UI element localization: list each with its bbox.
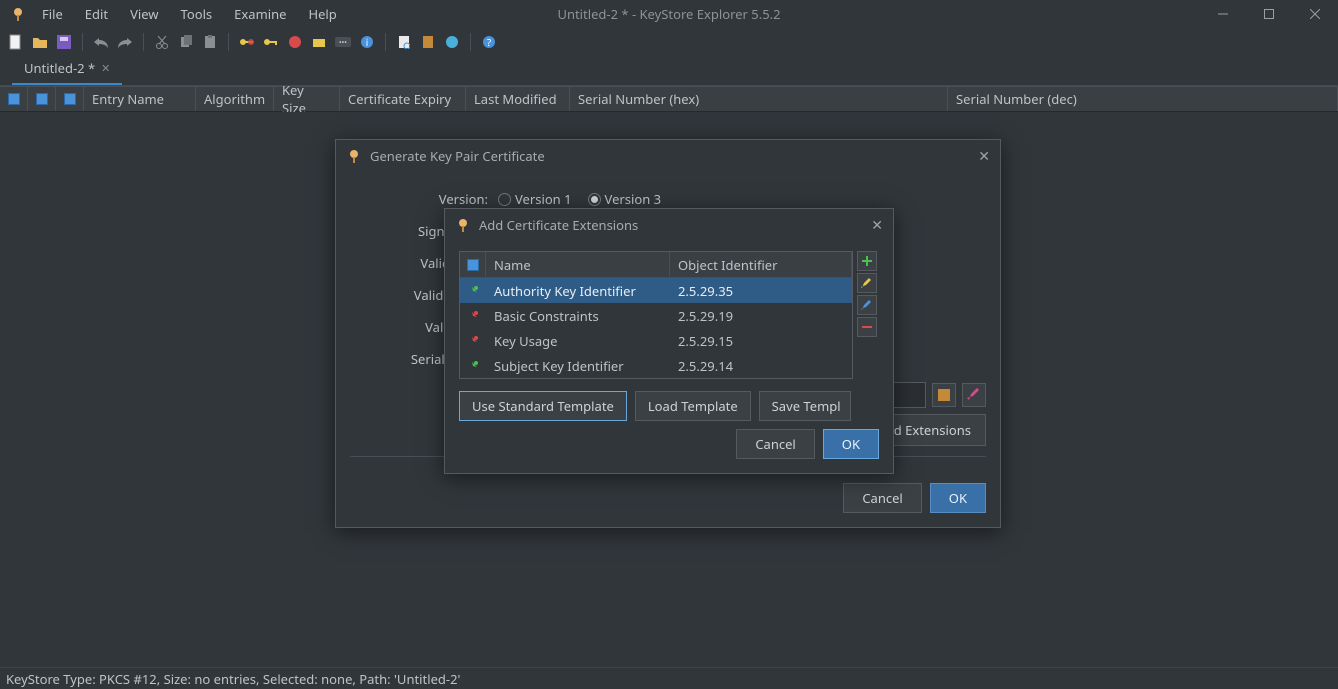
title-bar: File Edit View Tools Examine Help Untitl…	[0, 0, 1338, 28]
app-icon	[10, 6, 26, 22]
gen-cancel-button[interactable]: Cancel	[843, 483, 921, 513]
password-icon[interactable]: •••	[333, 32, 353, 52]
extension-oid: 2.5.29.35	[670, 282, 852, 300]
menu-examine[interactable]: Examine	[224, 1, 296, 27]
dialog-titlebar: Generate Key Pair Certificate ✕	[336, 140, 1000, 172]
close-tab-icon[interactable]: ✕	[101, 61, 110, 76]
menu-file[interactable]: File	[32, 1, 73, 27]
window-title: Untitled-2 * - KeyStore Explorer 5.5.2	[557, 5, 780, 23]
ext-dialog-title: Add Certificate Extensions	[479, 216, 638, 234]
save-icon[interactable]	[54, 32, 74, 52]
load-template-button[interactable]: Load Template	[635, 391, 751, 421]
column-serial-hex[interactable]: Serial Number (hex)	[570, 87, 948, 111]
extension-name: Basic Constraints	[486, 307, 670, 325]
ext-add-icon[interactable]	[857, 251, 877, 271]
open-icon[interactable]	[30, 32, 50, 52]
key-icon[interactable]	[261, 32, 281, 52]
column-entry-name[interactable]: Entry Name	[84, 87, 196, 111]
menu-edit[interactable]: Edit	[75, 1, 118, 27]
label-version3: Version 3	[605, 190, 662, 208]
ext-dialog-titlebar: Add Certificate Extensions ✕	[445, 209, 893, 241]
svg-text:i: i	[366, 35, 369, 49]
cut-icon[interactable]	[152, 32, 172, 52]
extension-row[interactable]: Key Usage2.5.29.15	[460, 328, 852, 353]
use-standard-template-button[interactable]: Use Standard Template	[459, 391, 627, 421]
svg-text:•••: •••	[339, 39, 347, 47]
keypair-icon[interactable]	[237, 32, 257, 52]
extension-row[interactable]: Authority Key Identifier2.5.29.35	[460, 278, 852, 303]
menu-help[interactable]: Help	[298, 1, 346, 27]
examine-ssl-icon[interactable]	[442, 32, 462, 52]
gen-ok-button[interactable]: OK	[930, 483, 986, 513]
column-serial-dec[interactable]: Serial Number (dec)	[948, 87, 1338, 111]
ext-col-name[interactable]: Name	[486, 252, 670, 277]
tab-strip: Untitled-2 * ✕	[0, 56, 1338, 86]
column-expiry-icon[interactable]	[56, 87, 84, 111]
column-cert-expiry[interactable]: Certificate Expiry	[340, 87, 466, 111]
dialog-app-icon	[346, 148, 362, 164]
extension-name: Subject Key Identifier	[486, 357, 670, 375]
info-icon[interactable]: i	[357, 32, 377, 52]
extensions-table: Name Object Identifier Authority Key Ide…	[459, 251, 853, 379]
tab-untitled-2[interactable]: Untitled-2 * ✕	[12, 54, 122, 85]
copy-icon[interactable]	[176, 32, 196, 52]
undo-icon[interactable]	[91, 32, 111, 52]
extension-oid: 2.5.29.14	[670, 357, 852, 375]
svg-text:?: ?	[487, 35, 492, 49]
radio-version3[interactable]	[588, 193, 601, 206]
name-edit-icon[interactable]	[962, 383, 986, 407]
menu-view[interactable]: View	[120, 1, 168, 27]
extension-row[interactable]: Basic Constraints2.5.29.19	[460, 303, 852, 328]
column-header-row: Entry Name Algorithm Key Size Certificat…	[0, 86, 1338, 112]
column-lock-icon[interactable]	[28, 87, 56, 111]
pin-icon	[460, 309, 486, 323]
ext-col-oid[interactable]: Object Identifier	[670, 252, 852, 277]
pin-icon	[460, 284, 486, 298]
column-algorithm[interactable]: Algorithm	[196, 87, 274, 111]
label-version1: Version 1	[515, 190, 572, 208]
menu-tools[interactable]: Tools	[171, 1, 223, 27]
label-version: Version:	[350, 190, 498, 208]
extension-name: Key Usage	[486, 332, 670, 350]
name-book-icon[interactable]	[932, 383, 956, 407]
save-template-button[interactable]: Save Templ	[759, 391, 851, 421]
ext-cancel-button[interactable]: Cancel	[736, 429, 814, 459]
minimize-button[interactable]	[1200, 0, 1246, 28]
menu-bar: File Edit View Tools Examine Help	[32, 1, 347, 27]
toolbar: ••• i ?	[0, 28, 1338, 56]
help-icon[interactable]: ?	[479, 32, 499, 52]
examine-clipboard-icon[interactable]	[418, 32, 438, 52]
ext-dialog-close-icon[interactable]: ✕	[871, 216, 883, 235]
redo-icon[interactable]	[115, 32, 135, 52]
extension-row[interactable]: Subject Key Identifier2.5.29.14	[460, 353, 852, 378]
column-key-size[interactable]: Key Size	[274, 87, 340, 111]
column-type-icon[interactable]	[0, 87, 28, 111]
dialog-close-icon[interactable]: ✕	[978, 147, 990, 166]
new-icon[interactable]	[6, 32, 26, 52]
ext-edit-icon[interactable]	[857, 273, 877, 293]
paste-icon[interactable]	[200, 32, 220, 52]
examine-file-icon[interactable]	[394, 32, 414, 52]
extension-oid: 2.5.29.19	[670, 307, 852, 325]
status-bar: KeyStore Type: PKCS #12, Size: no entrie…	[0, 667, 1338, 689]
maximize-button[interactable]	[1246, 0, 1292, 28]
cert-red-icon[interactable]	[285, 32, 305, 52]
cert-yellow-icon[interactable]	[309, 32, 329, 52]
dialog-title: Generate Key Pair Certificate	[370, 147, 545, 165]
radio-version1[interactable]	[498, 193, 511, 206]
dialog-app-icon	[455, 217, 471, 233]
add-extensions-dialog: Add Certificate Extensions ✕ Name Object…	[444, 208, 894, 474]
extension-name: Authority Key Identifier	[486, 282, 670, 300]
pin-icon	[460, 334, 486, 348]
extension-oid: 2.5.29.15	[670, 332, 852, 350]
ext-remove-icon[interactable]	[857, 317, 877, 337]
ext-col-critical-icon[interactable]	[460, 252, 486, 277]
tab-label: Untitled-2 *	[24, 59, 95, 77]
ext-ok-button[interactable]: OK	[823, 429, 879, 459]
ext-toggle-critical-icon[interactable]	[857, 295, 877, 315]
pin-icon	[460, 359, 486, 373]
column-last-modified[interactable]: Last Modified	[466, 87, 570, 111]
close-button[interactable]	[1292, 0, 1338, 28]
